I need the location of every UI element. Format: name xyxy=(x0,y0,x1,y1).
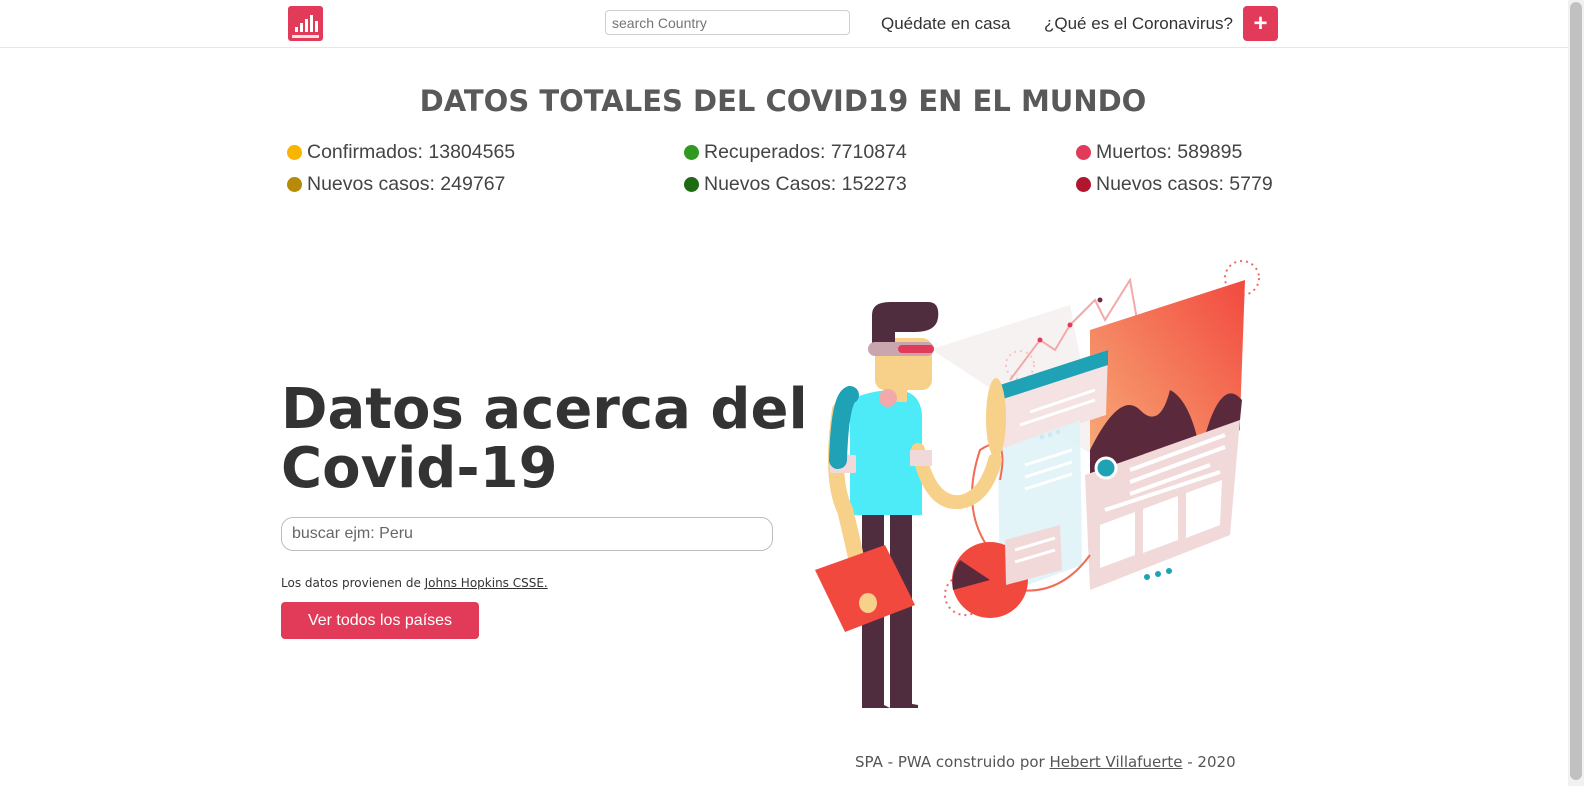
stat-muertos: Muertos: 589895 xyxy=(1076,141,1242,164)
stat-label: Recuperados: 7710874 xyxy=(704,141,907,163)
hero-title-line2: Covid-19 xyxy=(281,436,558,501)
red-dot-icon xyxy=(1076,145,1091,160)
author-link[interactable]: Hebert Villafuerte xyxy=(1049,753,1182,771)
world-totals-title: DATOS TOTALES DEL COVID19 EN EL MUNDO xyxy=(419,84,1147,118)
logo-bar xyxy=(315,21,318,32)
hero-title: Datos acerca del Covid-19 xyxy=(281,380,808,498)
footer: SPA - PWA construido por Hebert Villafue… xyxy=(855,753,1236,771)
target-icon xyxy=(1094,456,1118,480)
stat-nuevos-casos-muertos: Nuevos casos: 5779 xyxy=(1076,173,1273,196)
navbar: Quédate en casa ¿Qué es el Coronavirus? … xyxy=(0,0,1568,48)
search-country-input[interactable] xyxy=(605,10,850,35)
dark-red-dot-icon xyxy=(1076,177,1091,192)
stat-label: Confirmados: 13804565 xyxy=(307,141,516,163)
stat-nuevos-casos-recuperados: Nuevos Casos: 152273 xyxy=(684,173,907,196)
footer-suffix: - 2020 xyxy=(1182,753,1236,771)
stat-label: Muertos: 589895 xyxy=(1096,141,1243,163)
stat-recuperados: Recuperados: 7710874 xyxy=(684,141,907,164)
yellow-dot-icon xyxy=(287,145,302,160)
dark-yellow-dot-icon xyxy=(287,177,302,192)
plus-button[interactable]: + xyxy=(1243,6,1278,41)
logo-caption xyxy=(292,35,319,38)
green-dot-icon xyxy=(684,145,699,160)
logo-bar xyxy=(310,15,313,32)
hero-title-line1: Datos acerca del xyxy=(281,377,808,442)
stat-nuevos-casos-confirmados: Nuevos casos: 249767 xyxy=(287,173,505,196)
logo[interactable] xyxy=(288,6,323,41)
stat-label: Nuevos casos: 5779 xyxy=(1096,173,1273,195)
footer-prefix: SPA - PWA construido por xyxy=(855,753,1050,771)
stat-label: Nuevos Casos: 152273 xyxy=(704,173,907,195)
logo-bar xyxy=(295,27,298,32)
country-search-input[interactable] xyxy=(281,517,773,551)
view-all-countries-button[interactable]: Ver todos los países xyxy=(281,602,479,639)
logo-bar xyxy=(305,19,308,32)
nav-link-quedate-en-casa[interactable]: Quédate en casa xyxy=(881,14,1010,34)
source-prefix: Los datos provienen de xyxy=(281,576,425,590)
nav-link-que-es-coronavirus[interactable]: ¿Qué es el Coronavirus? xyxy=(1044,14,1233,34)
data-source-note: Los datos provienen de Johns Hopkins CSS… xyxy=(281,576,548,590)
stat-label: Nuevos casos: 249767 xyxy=(307,173,506,195)
johns-hopkins-link[interactable]: Johns Hopkins CSSE. xyxy=(425,576,548,590)
logo-bar xyxy=(300,23,303,32)
data-analyst-illustration xyxy=(815,260,1260,708)
scrollbar-thumb[interactable] xyxy=(1570,2,1582,780)
stat-confirmados: Confirmados: 13804565 xyxy=(287,141,515,164)
dark-green-dot-icon xyxy=(684,177,699,192)
